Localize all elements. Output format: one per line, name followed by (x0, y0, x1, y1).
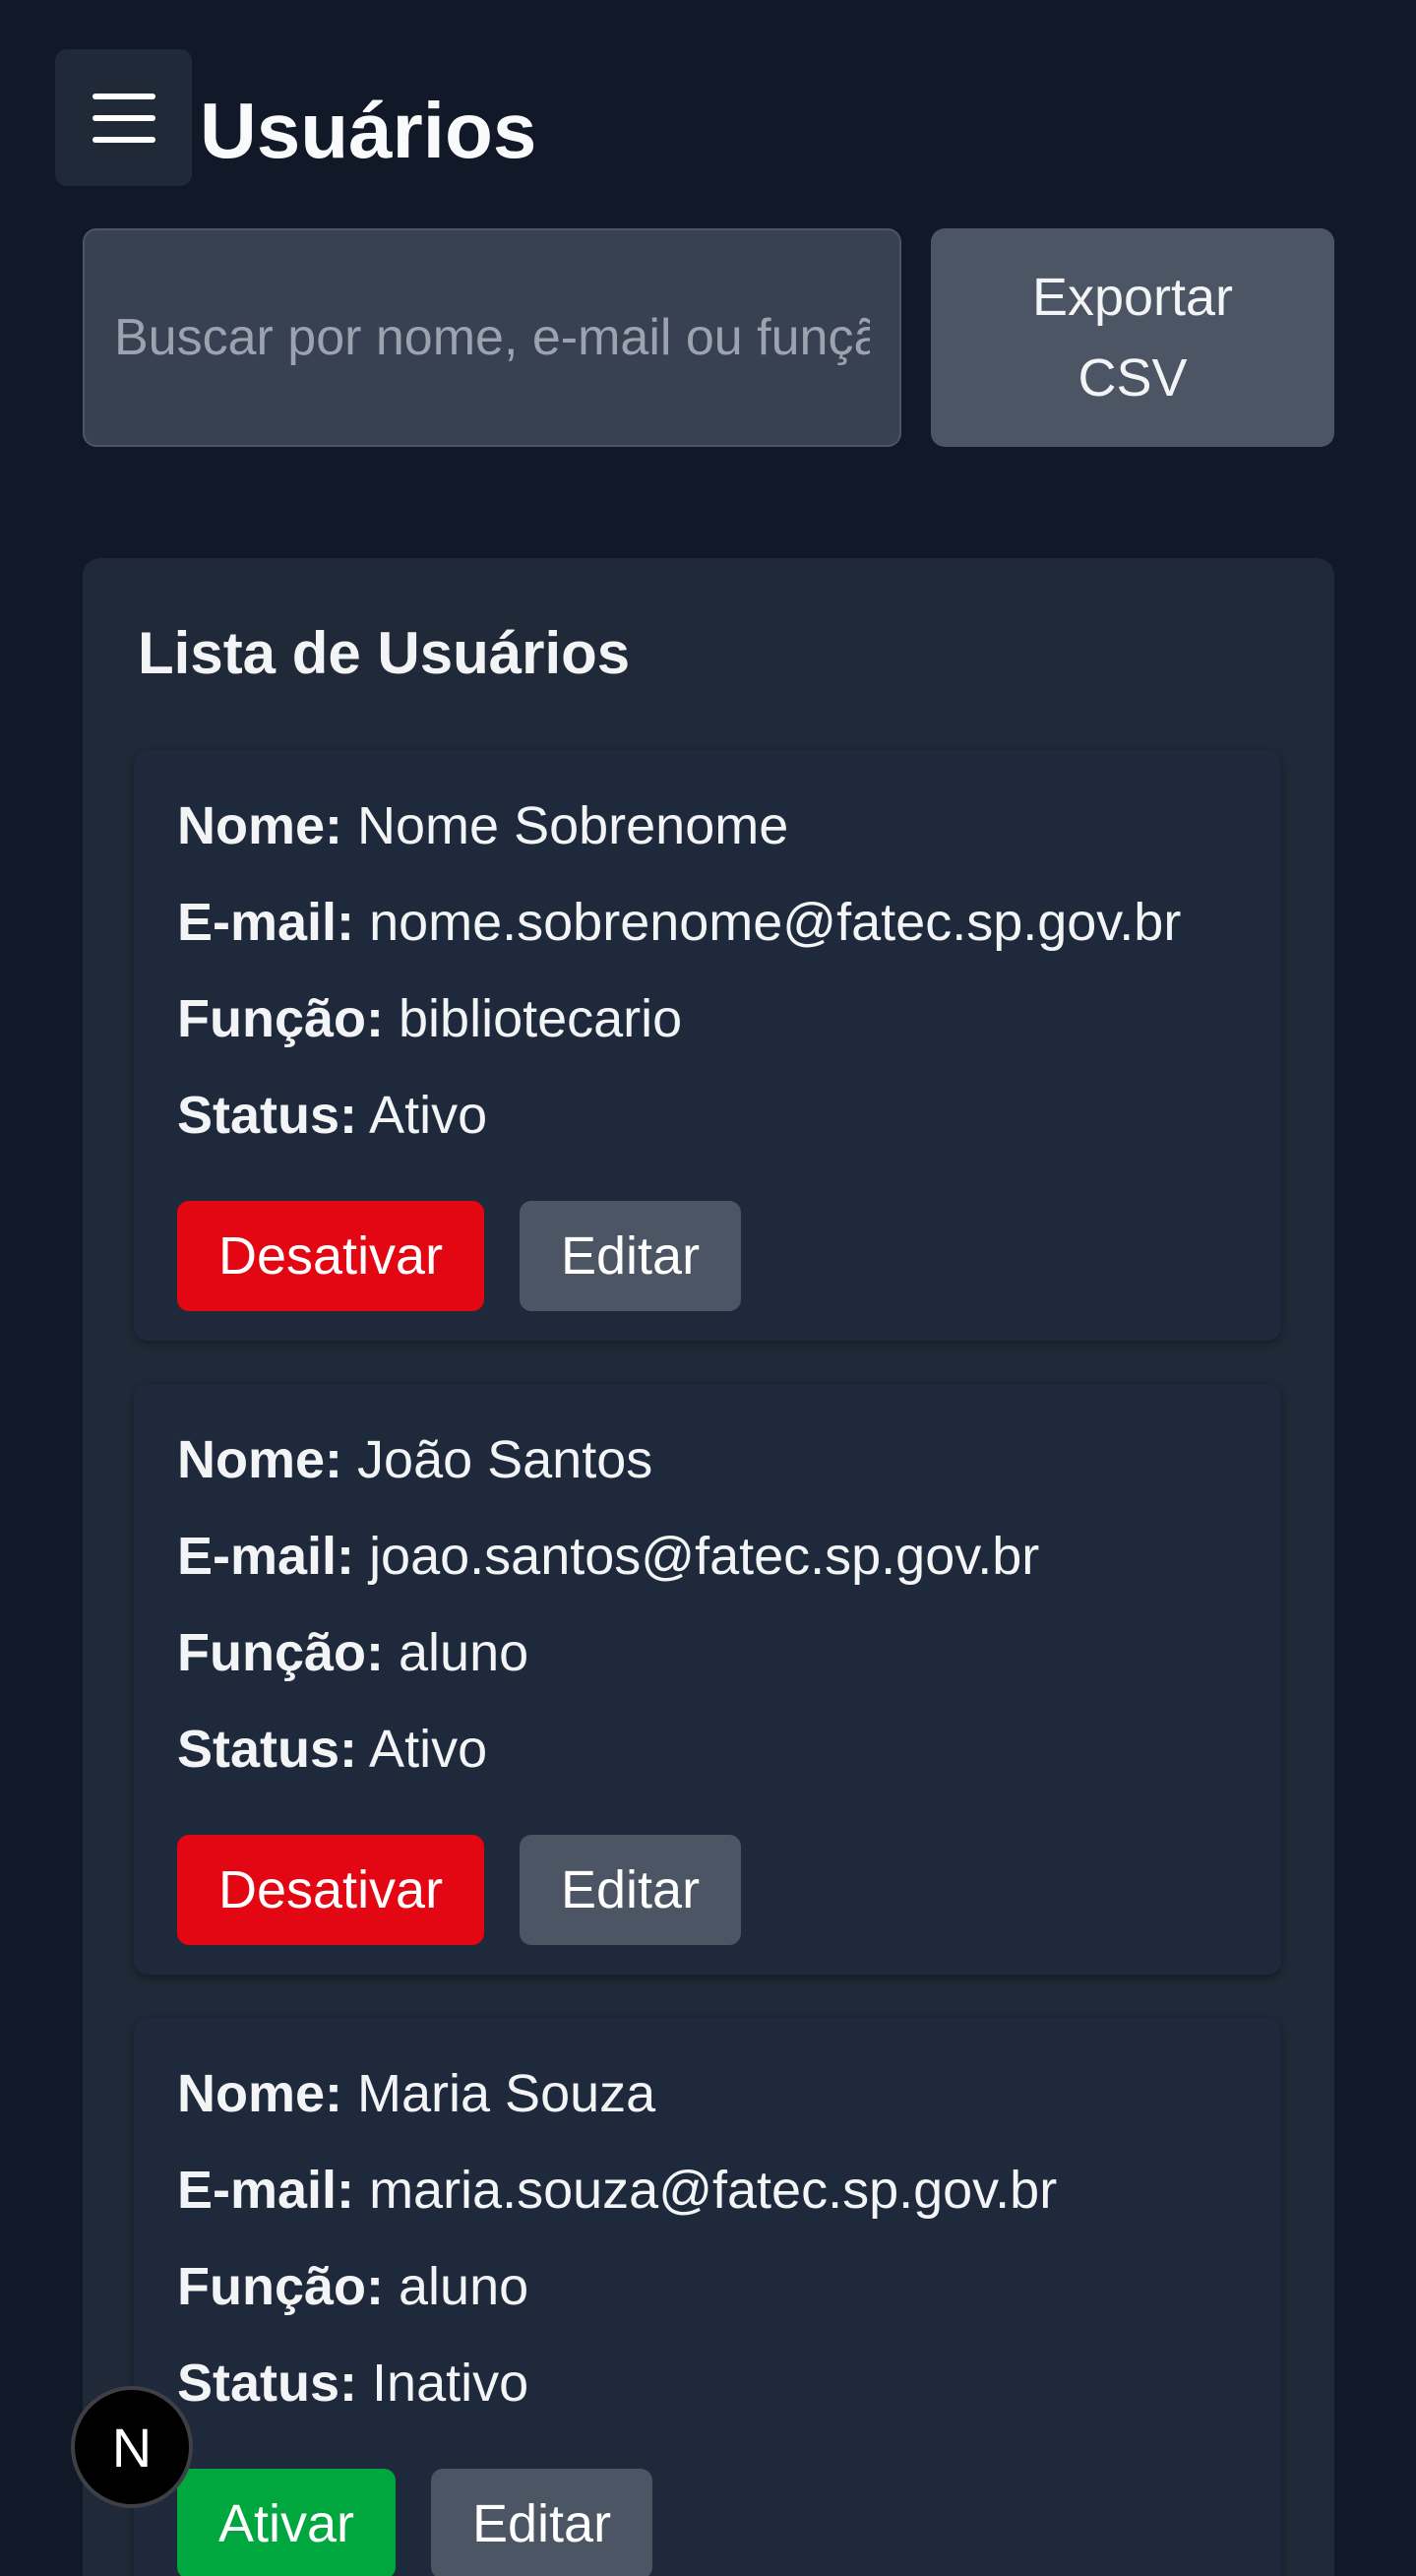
user-email-row: E-mail: maria.souza@fatec.sp.gov.br (177, 2156, 1057, 2225)
user-card: Nome: João Santos E-mail: joao.santos@fa… (134, 1384, 1281, 1975)
activate-button[interactable]: Ativar (177, 2469, 397, 2576)
user-role: bibliotecario (399, 989, 683, 1048)
nextjs-logo-icon[interactable]: N (71, 2386, 193, 2508)
user-name-row: Nome: Nome Sobrenome (177, 791, 788, 860)
name-label: Nome: (177, 1430, 343, 1489)
hamburger-menu-icon (92, 93, 155, 143)
edit-button[interactable]: Editar (431, 2469, 653, 2576)
role-label: Função: (177, 989, 384, 1048)
user-status: Inativo (372, 2354, 529, 2413)
menu-button[interactable] (55, 49, 192, 186)
deactivate-button[interactable]: Desativar (177, 1201, 485, 1311)
export-csv-button[interactable]: Exportar CSV (931, 228, 1334, 447)
user-email-row: E-mail: nome.sobrenome@fatec.sp.gov.br (177, 888, 1181, 957)
user-email-row: E-mail: joao.santos@fatec.sp.gov.br (177, 1522, 1039, 1591)
user-name: Nome Sobrenome (357, 796, 789, 855)
user-status-row: Status: Ativo (177, 1081, 487, 1150)
user-status-row: Status: Inativo (177, 2349, 528, 2418)
search-input[interactable] (83, 228, 901, 447)
email-label: E-mail: (177, 893, 355, 952)
user-name: João Santos (357, 1430, 653, 1489)
user-card: Nome: Maria Souza E-mail: maria.souza@fa… (134, 2018, 1281, 2576)
edit-button[interactable]: Editar (520, 1201, 742, 1311)
deactivate-button[interactable]: Desativar (177, 1835, 485, 1945)
list-title: Lista de Usuários (138, 620, 631, 686)
user-status-row: Status: Ativo (177, 1715, 487, 1784)
edit-button[interactable]: Editar (520, 1835, 742, 1945)
status-label: Status: (177, 1086, 358, 1145)
user-role-row: Função: aluno (177, 2252, 528, 2321)
role-label: Função: (177, 2257, 384, 2316)
user-card: Nome: Nome Sobrenome E-mail: nome.sobren… (134, 750, 1281, 1341)
status-label: Status: (177, 2354, 358, 2413)
user-role: aluno (399, 2257, 529, 2316)
user-status: Ativo (369, 1086, 488, 1145)
user-name-row: Nome: Maria Souza (177, 2059, 655, 2128)
page-title: Usuários (200, 87, 537, 174)
user-role: aluno (399, 1623, 529, 1682)
email-label: E-mail: (177, 2161, 355, 2220)
role-label: Função: (177, 1623, 384, 1682)
users-list-panel: Lista de Usuários Nome: Nome Sobrenome E… (83, 558, 1334, 2576)
users-page: Usuários Exportar CSV Lista de Usuários … (0, 0, 1416, 2576)
user-name-row: Nome: João Santos (177, 1425, 652, 1494)
email-label: E-mail: (177, 1527, 355, 1586)
name-label: Nome: (177, 2064, 343, 2123)
status-label: Status: (177, 1720, 358, 1779)
user-role-row: Função: aluno (177, 1618, 528, 1687)
user-status: Ativo (369, 1720, 488, 1779)
user-role-row: Função: bibliotecario (177, 984, 682, 1053)
user-email: maria.souza@fatec.sp.gov.br (369, 2161, 1058, 2220)
user-email: nome.sobrenome@fatec.sp.gov.br (369, 893, 1182, 952)
user-name: Maria Souza (357, 2064, 656, 2123)
name-label: Nome: (177, 796, 343, 855)
user-email: joao.santos@fatec.sp.gov.br (369, 1527, 1040, 1586)
